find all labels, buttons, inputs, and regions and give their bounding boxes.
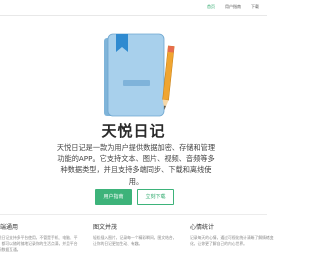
feature-title: 心情统计 — [190, 224, 215, 231]
section-divider — [0, 214, 267, 215]
nav-download[interactable]: 下载 — [247, 3, 263, 11]
user-guide-button[interactable]: 用户指南 — [95, 189, 132, 205]
feature-text: 天悦日记支持多平台使用，不管是手机、电脑、平板，都可以随时随地记录你的生活点滴，… — [0, 235, 78, 252]
diary-book-illustration — [104, 33, 175, 117]
cover-label — [123, 80, 150, 86]
feature-text: 记录每天的心情，通过可视化统计清晰了解情绪变化，让你更了解自己的内心世界。 — [190, 235, 274, 246]
nav-menu: 首页 用户指南 下载 — [203, 3, 263, 11]
nav-user-guide[interactable]: 用户指南 — [221, 3, 245, 11]
feature-text: 轻松插入图片，记录每一个精彩瞬间，图文结合，让你的日记更加生动、有趣。 — [93, 235, 177, 246]
nav-home[interactable]: 首页 — [203, 3, 219, 11]
feature-multi-platform: 多端通用 天悦日记支持多平台使用，不管是手机、电脑、平板，都可以随时随地记录你的… — [0, 222, 78, 253]
feature-title: 多端通用 — [0, 224, 19, 231]
top-navbar: 首页 用户指南 下载 — [0, 0, 267, 16]
page-title: 天悦日记 — [101, 122, 166, 140]
feature-title: 图文并茂 — [93, 224, 118, 231]
feature-mood-stats: 心情统计 记录每天的心情，通过可视化统计清晰了解情绪变化，让你更了解自己的内心世… — [190, 222, 274, 247]
feature-rich-media: 图文并茂 轻松插入图片，记录每一个精彩瞬间，图文结合，让你的日记更加生动、有趣。 — [93, 222, 177, 247]
download-now-button[interactable]: 立刻下载 — [137, 189, 174, 205]
app-description: 天悦日记是一款为用户提供数据加密、存储和管理功能的APP。它支持文本、图片、视频… — [56, 143, 216, 186]
